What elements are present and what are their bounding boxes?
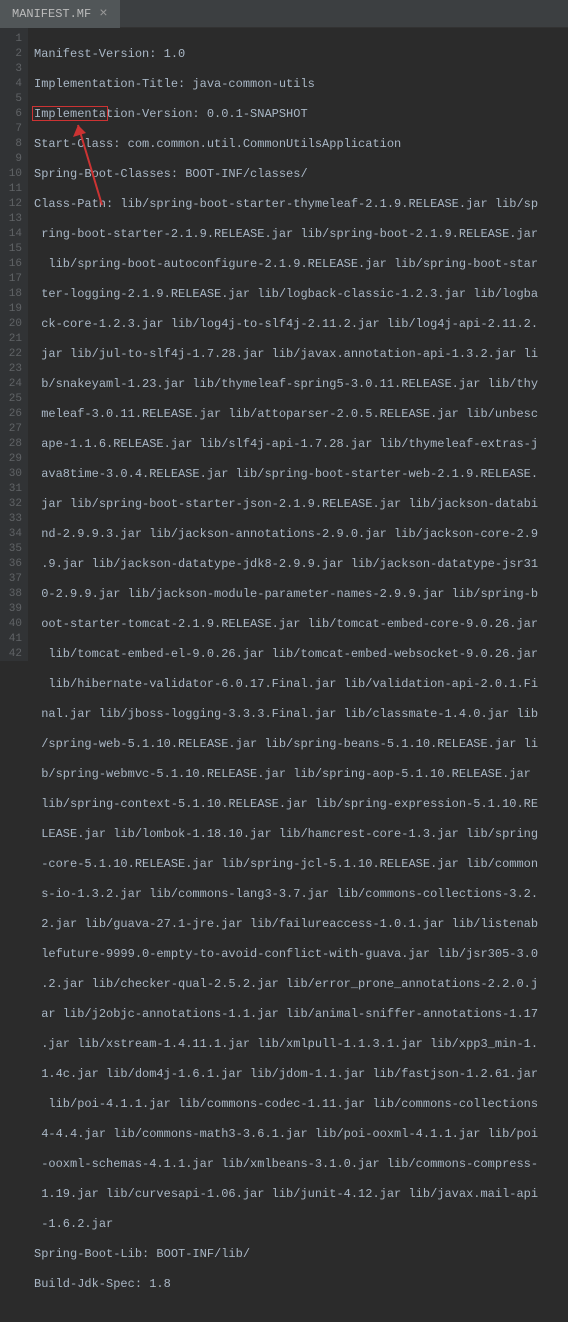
line-number: 4	[0, 77, 28, 92]
tab-title: MANIFEST.MF	[12, 7, 91, 21]
line-number: 6	[0, 107, 28, 122]
code-line: 4-4.4.jar lib/commons-math3-3.6.1.jar li…	[34, 1127, 568, 1142]
code-line: lib/poi-4.1.1.jar lib/commons-codec-1.11…	[34, 1097, 568, 1112]
code-line: /spring-web-5.1.10.RELEASE.jar lib/sprin…	[34, 737, 568, 752]
line-number: 42	[0, 647, 28, 662]
line-gutter: 1 2 3 4 5 6 7 8 9 10 11 12 13 14 15 16 1…	[0, 28, 28, 661]
line-number: 28	[0, 437, 28, 452]
close-icon[interactable]: ×	[99, 7, 107, 21]
line-number: 18	[0, 287, 28, 302]
line-number: 25	[0, 392, 28, 407]
code-line: nal.jar lib/jboss-logging-3.3.3.Final.ja…	[34, 707, 568, 722]
line-number: 19	[0, 302, 28, 317]
code-line: lib/spring-boot-autoconfigure-2.1.9.RELE…	[34, 257, 568, 272]
line-number: 11	[0, 182, 28, 197]
code-line: .9.jar lib/jackson-datatype-jdk8-2.9.9.j…	[34, 557, 568, 572]
code-line: s-io-1.3.2.jar lib/commons-lang3-3.7.jar…	[34, 887, 568, 902]
line-number: 8	[0, 137, 28, 152]
code-line: oot-starter-tomcat-2.1.9.RELEASE.jar lib…	[34, 617, 568, 632]
line-number: 7	[0, 122, 28, 137]
line-number: 41	[0, 632, 28, 647]
line-number: 24	[0, 377, 28, 392]
code-line: jar lib/jul-to-slf4j-1.7.28.jar lib/java…	[34, 347, 568, 362]
line-number: 30	[0, 467, 28, 482]
line-number: 9	[0, 152, 28, 167]
code-line: Implementation-Title: java-common-utils	[34, 77, 568, 92]
code-line: nd-2.9.9.3.jar lib/jackson-annotations-2…	[34, 527, 568, 542]
editor-content[interactable]: Manifest-Version: 1.0 Implementation-Tit…	[28, 28, 568, 661]
code-line: -core-5.1.10.RELEASE.jar lib/spring-jcl-…	[34, 857, 568, 872]
tab-bar: MANIFEST.MF ×	[0, 0, 568, 28]
code-line: -1.6.2.jar	[34, 1217, 568, 1232]
code-line: 1.4c.jar lib/dom4j-1.6.1.jar lib/jdom-1.…	[34, 1067, 568, 1082]
line-number: 27	[0, 422, 28, 437]
line-number: 32	[0, 497, 28, 512]
line-number: 35	[0, 542, 28, 557]
line-number: 12	[0, 197, 28, 212]
line-number: 14	[0, 227, 28, 242]
line-number: 16	[0, 257, 28, 272]
line-number: 2	[0, 47, 28, 62]
code-line: ar lib/j2objc-annotations-1.1.jar lib/an…	[34, 1007, 568, 1022]
code-line: lib/spring-context-5.1.10.RELEASE.jar li…	[34, 797, 568, 812]
code-line: lib/hibernate-validator-6.0.17.Final.jar…	[34, 677, 568, 692]
line-number: 1	[0, 32, 28, 47]
line-number: 38	[0, 587, 28, 602]
line-number: 37	[0, 572, 28, 587]
code-line: LEASE.jar lib/lombok-1.18.10.jar lib/ham…	[34, 827, 568, 842]
line-number: 36	[0, 557, 28, 572]
line-number: 3	[0, 62, 28, 77]
code-line: ring-boot-starter-2.1.9.RELEASE.jar lib/…	[34, 227, 568, 242]
editor-area: 1 2 3 4 5 6 7 8 9 10 11 12 13 14 15 16 1…	[0, 28, 568, 661]
file-tab[interactable]: MANIFEST.MF ×	[0, 0, 120, 28]
line-number: 34	[0, 527, 28, 542]
line-number: 17	[0, 272, 28, 287]
line-number: 22	[0, 347, 28, 362]
code-line: b/snakeyaml-1.23.jar lib/thymeleaf-sprin…	[34, 377, 568, 392]
line-number: 10	[0, 167, 28, 182]
code-line: ape-1.1.6.RELEASE.jar lib/slf4j-api-1.7.…	[34, 437, 568, 452]
code-line: Start-Class: com.common.util.CommonUtils…	[34, 137, 568, 152]
line-number: 21	[0, 332, 28, 347]
code-line: b/spring-webmvc-5.1.10.RELEASE.jar lib/s…	[34, 767, 568, 782]
code-line: Build-Jdk-Spec: 1.8	[34, 1277, 568, 1292]
code-line: Spring-Boot-Classes: BOOT-INF/classes/	[34, 167, 568, 182]
line-number: 40	[0, 617, 28, 632]
code-line: lefuture-9999.0-empty-to-avoid-conflict-…	[34, 947, 568, 962]
code-line: Class-Path: lib/spring-boot-starter-thym…	[34, 197, 568, 212]
line-number: 29	[0, 452, 28, 467]
code-line: lib/tomcat-embed-el-9.0.26.jar lib/tomca…	[34, 647, 568, 662]
line-number: 20	[0, 317, 28, 332]
code-line: ck-core-1.2.3.jar lib/log4j-to-slf4j-2.1…	[34, 317, 568, 332]
code-line: ava8time-3.0.4.RELEASE.jar lib/spring-bo…	[34, 467, 568, 482]
line-number: 15	[0, 242, 28, 257]
line-number: 5	[0, 92, 28, 107]
code-line: meleaf-3.0.11.RELEASE.jar lib/attoparser…	[34, 407, 568, 422]
line-number: 26	[0, 407, 28, 422]
code-line: .jar lib/xstream-1.4.11.1.jar lib/xmlpul…	[34, 1037, 568, 1052]
code-line: Spring-Boot-Lib: BOOT-INF/lib/	[34, 1247, 568, 1262]
code-line: ter-logging-2.1.9.RELEASE.jar lib/logbac…	[34, 287, 568, 302]
line-number: 39	[0, 602, 28, 617]
code-line: .2.jar lib/checker-qual-2.5.2.jar lib/er…	[34, 977, 568, 992]
code-line: jar lib/spring-boot-starter-json-2.1.9.R…	[34, 497, 568, 512]
code-line: 1.19.jar lib/curvesapi-1.06.jar lib/juni…	[34, 1187, 568, 1202]
code-line: Implementation-Version: 0.0.1-SNAPSHOT	[34, 107, 568, 122]
code-line: -ooxml-schemas-4.1.1.jar lib/xmlbeans-3.…	[34, 1157, 568, 1172]
line-number: 31	[0, 482, 28, 497]
line-number: 13	[0, 212, 28, 227]
line-number: 23	[0, 362, 28, 377]
code-line: 0-2.9.9.jar lib/jackson-module-parameter…	[34, 587, 568, 602]
line-number: 33	[0, 512, 28, 527]
code-line: Manifest-Version: 1.0	[34, 47, 568, 62]
code-line: 2.jar lib/guava-27.1-jre.jar lib/failure…	[34, 917, 568, 932]
